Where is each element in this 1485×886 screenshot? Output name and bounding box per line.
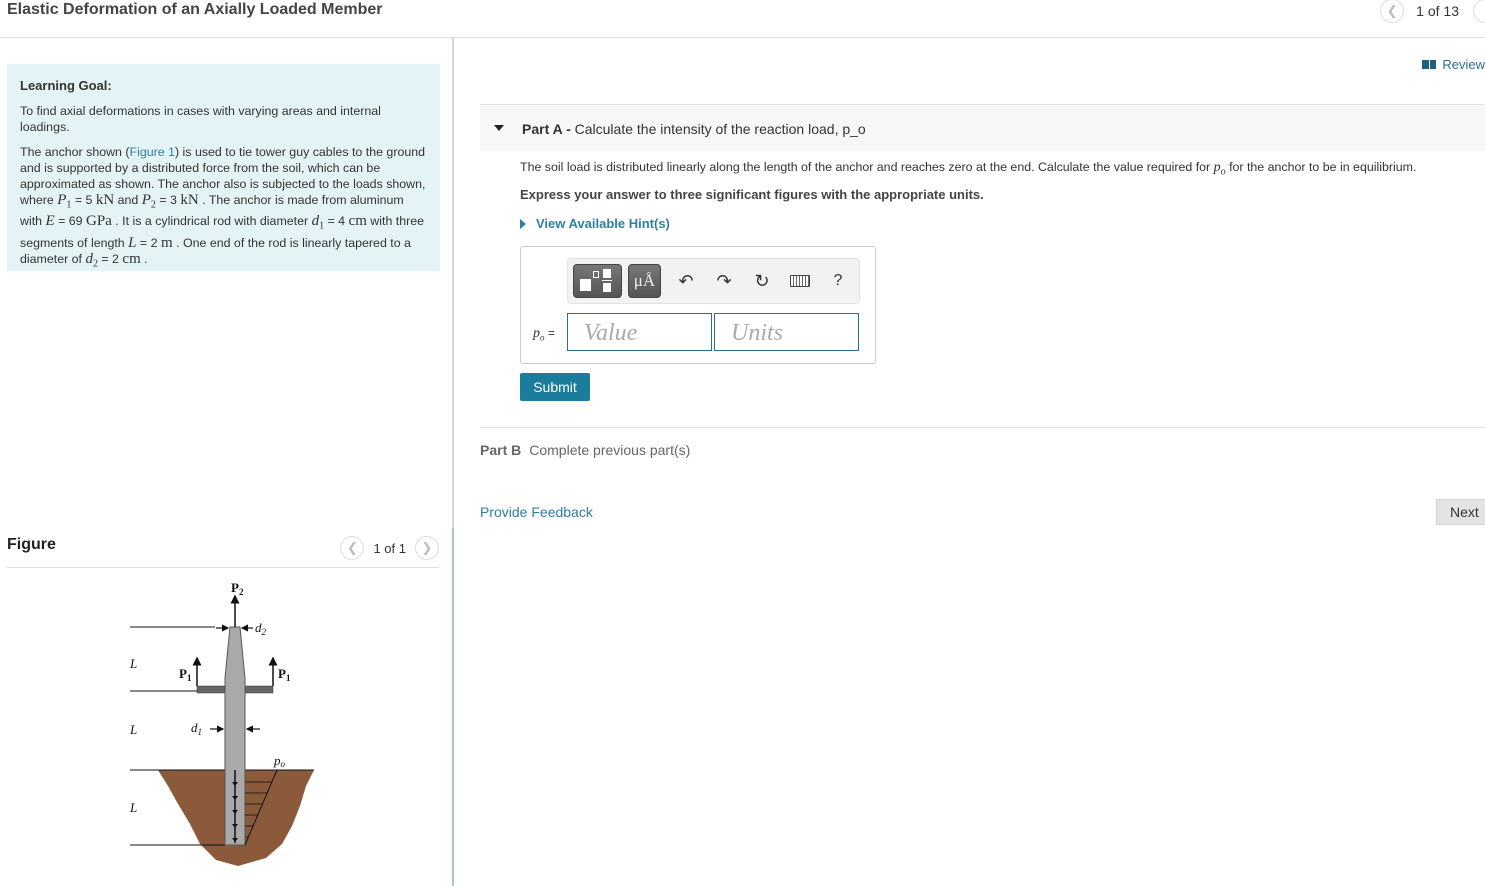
label-l-1: L [129, 656, 137, 671]
question-text: The soil load is distributed linearly al… [520, 160, 1417, 178]
item-count: 1 of 13 [1416, 3, 1459, 19]
expand-triangle-icon [520, 218, 526, 229]
variable-label: po = [533, 326, 555, 343]
figure-link[interactable]: Figure 1 [130, 145, 175, 159]
figure-pager: ❮ 1 of 1 ❯ [340, 536, 439, 560]
reset-icon[interactable]: ↻ [750, 269, 774, 293]
part-separator [480, 427, 1485, 428]
header: Elastic Deformation of an Axially Loaded… [0, 0, 1485, 38]
review-link[interactable]: Review [1422, 57, 1485, 72]
part-a-header[interactable]: Part A - Calculate the intensity of the … [480, 104, 1485, 151]
chevron-left-icon: ❮ [1386, 3, 1398, 18]
prev-item-button[interactable]: ❮ [1380, 0, 1405, 23]
assignment-pager: ❮ 1 of 13 [1380, 0, 1485, 23]
redo-icon[interactable]: ↷ [712, 269, 736, 293]
next-button[interactable]: Next ❯ [1436, 499, 1485, 525]
label-d1: d1 [191, 720, 202, 737]
answer-instruction: Express your answer to three significant… [520, 187, 984, 202]
answer-box: μÅ ↶ ↷ ↻ ? po = [520, 246, 876, 364]
next-item-button[interactable] [1473, 0, 1485, 23]
label-p1-right: P1 [278, 666, 291, 683]
page-title: Elastic Deformation of an Axially Loaded… [7, 1, 383, 18]
book-icon [1422, 60, 1437, 69]
figure-count: 1 of 1 [373, 540, 406, 556]
part-b-row: Part B Complete previous part(s) [480, 442, 691, 458]
learning-goal-title: Learning Goal: [20, 78, 112, 93]
label-l-3: L [129, 800, 137, 815]
label-p2: P2 [231, 580, 244, 597]
units-button[interactable]: μÅ [628, 264, 661, 298]
figure-next-button[interactable]: ❯ [415, 536, 439, 560]
chevron-left-icon: ❮ [347, 540, 358, 555]
keyboard-icon [790, 275, 810, 287]
label-l-2: L [129, 722, 137, 737]
math-toolbar: μÅ ↶ ↷ ↻ ? [567, 258, 860, 304]
part-a-title: Part A - Calculate the intensity of the … [522, 121, 866, 137]
label-d2: d2 [255, 620, 267, 637]
anchor-figure: P2 P1 P1 d2 d1 L L L po [129, 580, 314, 866]
templates-icon [579, 269, 616, 293]
figure-prev-button[interactable]: ❮ [340, 536, 365, 560]
problem-statement: The anchor shown (Figure 1) is used to t… [20, 145, 426, 270]
templates-button[interactable] [573, 264, 622, 298]
units-input[interactable] [714, 313, 859, 351]
figure-title: Figure [7, 536, 56, 553]
help-button[interactable]: ? [826, 269, 850, 293]
value-input[interactable] [567, 313, 712, 351]
chevron-right-icon: ❯ [421, 540, 433, 555]
undo-icon[interactable]: ↶ [674, 269, 698, 293]
learning-goal-box: Learning Goal: To find axial deformation… [7, 64, 440, 271]
learning-goal-text: To find axial deformations in cases with… [20, 104, 381, 134]
view-hints-link[interactable]: View Available Hint(s) [520, 216, 670, 231]
label-po: po [273, 753, 286, 769]
keyboard-button[interactable] [788, 269, 812, 293]
collapse-caret-icon[interactable] [494, 125, 504, 131]
submit-button[interactable]: Submit [520, 373, 590, 401]
provide-feedback-link[interactable]: Provide Feedback [480, 504, 593, 520]
label-p1-left: P1 [179, 666, 192, 683]
